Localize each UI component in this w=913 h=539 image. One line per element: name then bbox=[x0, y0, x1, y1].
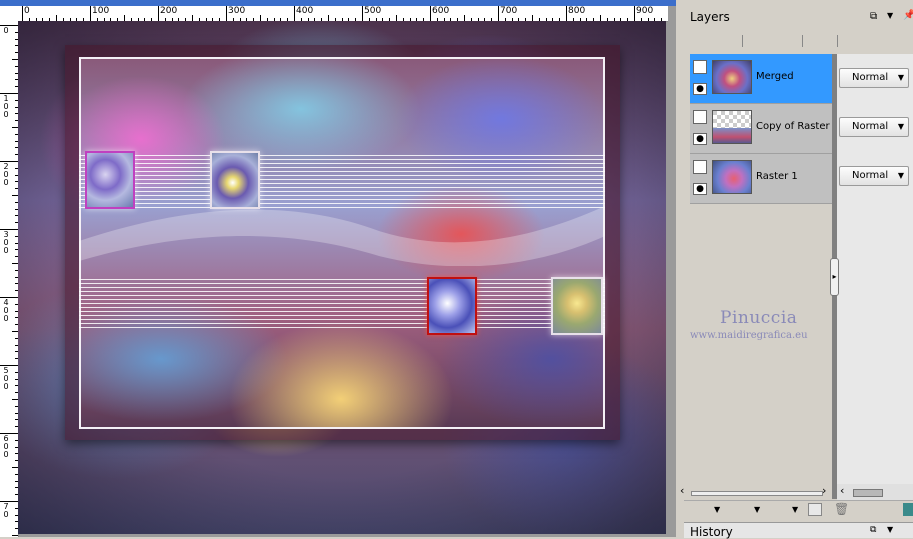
ruler-label: 700 bbox=[500, 6, 518, 16]
ruler-label: 100 bbox=[92, 6, 110, 16]
ruler-label: 900 bbox=[636, 6, 654, 16]
flower-thumbnail-2 bbox=[210, 151, 260, 209]
ruler-tick bbox=[226, 6, 227, 21]
ruler-tick bbox=[294, 6, 295, 21]
layer-link-icon[interactable] bbox=[693, 160, 707, 174]
float-panel-icon[interactable]: ⧉ bbox=[870, 525, 876, 535]
panel-divider[interactable] bbox=[676, 0, 684, 537]
image-canvas[interactable] bbox=[18, 21, 666, 534]
ruler-label: 200 bbox=[3, 162, 9, 187]
ruler-label: 100 bbox=[3, 94, 9, 119]
layer-name: Copy of Raster 1 bbox=[756, 121, 840, 132]
ruler-label: 300 bbox=[228, 6, 246, 16]
layer-row-raster-1[interactable]: ● Raster 1 bbox=[690, 154, 832, 204]
scroll-left-icon[interactable]: ‹ bbox=[840, 484, 844, 497]
ruler-tick bbox=[634, 6, 635, 21]
layer-thumbnail bbox=[712, 110, 752, 144]
ruler-label: 600 bbox=[3, 434, 9, 459]
layer-name: Raster 1 bbox=[756, 171, 798, 182]
history-panel-header[interactable]: History ⧉ ▼ bbox=[684, 522, 913, 539]
chevron-down-icon: ▼ bbox=[897, 73, 904, 82]
layer-row-copy-of-raster-1[interactable]: ● Copy of Raster 1 bbox=[690, 104, 839, 154]
layers-list: ● Merged ● Copy of Raster 1 ● Raster 1 bbox=[690, 54, 839, 204]
watermark-name: Pinuccia bbox=[720, 308, 798, 328]
ruler-horizontal: 0 100 200 300 400 500 600 700 800 900 bbox=[18, 6, 668, 22]
ruler-label: 70 bbox=[3, 502, 9, 519]
flower-thumbnail-4 bbox=[551, 277, 603, 335]
ruler-label: 200 bbox=[160, 6, 178, 16]
watermark-url: www.maidiregrafica.eu bbox=[690, 330, 808, 341]
blend-mode-select[interactable]: Normal ▼ bbox=[839, 166, 909, 186]
layer-link-icon[interactable] bbox=[693, 60, 707, 74]
layer-options-icon[interactable] bbox=[903, 503, 913, 516]
new-layer-dropdown-icon[interactable]: ▼ bbox=[714, 505, 720, 514]
layer-thumbnail bbox=[712, 160, 752, 194]
ruler-tick bbox=[12, 535, 18, 536]
layers-panel: Layers ⧉ ▼ 📌 ● Merged ● Copy of Raster 1… bbox=[680, 0, 913, 539]
canvas-area[interactable]: 0 100 200 300 400 500 600 700 800 900 0 100 200 300 4… bbox=[0, 0, 676, 537]
blend-mode-value: Normal bbox=[852, 72, 889, 83]
ruler-tick bbox=[22, 6, 23, 21]
flower-thumbnail-1 bbox=[85, 151, 135, 209]
ruler-label: 500 bbox=[3, 366, 9, 391]
splitter-handle[interactable]: ▸ bbox=[830, 258, 839, 296]
pin-icon[interactable]: 📌 bbox=[903, 10, 913, 21]
ruler-tick bbox=[90, 6, 91, 21]
layer-thumbnail bbox=[712, 60, 752, 94]
mask-dropdown-icon[interactable]: ▼ bbox=[754, 505, 760, 514]
ruler-label: 800 bbox=[568, 6, 586, 16]
blend-mode-value: Normal bbox=[852, 121, 889, 132]
ruler-label: 0 bbox=[24, 6, 30, 16]
stripes-lower bbox=[79, 279, 605, 329]
group-dropdown-icon[interactable]: ▼ bbox=[792, 505, 798, 514]
layers-toolbar bbox=[684, 30, 913, 50]
ruler-label: 400 bbox=[296, 6, 314, 16]
layer-row-merged[interactable]: ● Merged bbox=[690, 54, 832, 104]
blend-mode-select[interactable]: Normal ▼ bbox=[839, 117, 909, 137]
ruler-vertical: 0 100 200 300 400 500 600 70 bbox=[0, 21, 19, 537]
scroll-right-icon[interactable]: › bbox=[822, 484, 826, 497]
layers-panel-header: Layers ⧉ ▼ 📌 bbox=[684, 6, 913, 28]
flower-thumbnail-3 bbox=[427, 277, 477, 335]
ruler-label: 400 bbox=[3, 298, 9, 323]
ruler-tick bbox=[498, 6, 499, 21]
wave-band bbox=[79, 206, 605, 266]
eye-icon[interactable]: ● bbox=[693, 83, 707, 95]
layer-link-icon[interactable] bbox=[693, 110, 707, 124]
chevron-down-icon: ▼ bbox=[897, 122, 904, 131]
ruler-tick bbox=[566, 6, 567, 21]
ruler-tick bbox=[158, 6, 159, 21]
ruler-tick bbox=[430, 6, 431, 21]
properties-icon[interactable] bbox=[808, 503, 822, 516]
scroll-left-icon[interactable]: ‹ bbox=[680, 484, 684, 497]
layers-bottom-toolbar: ▼ ▼ ▼ 🗑 bbox=[684, 500, 913, 521]
ruler-tick bbox=[362, 6, 363, 21]
eye-icon[interactable]: ● bbox=[693, 183, 707, 195]
layer-name: Merged bbox=[756, 71, 794, 82]
eye-icon[interactable]: ● bbox=[693, 133, 707, 145]
ruler-label: 600 bbox=[432, 6, 450, 16]
ruler-label: 0 bbox=[3, 26, 9, 35]
blend-mode-column: Normal ▼ Normal ▼ Normal ▼ bbox=[837, 54, 913, 484]
float-panel-icon[interactable]: ⧉ bbox=[870, 11, 877, 22]
chevron-down-icon: ▼ bbox=[897, 171, 904, 180]
delete-layer-icon[interactable]: 🗑 bbox=[834, 502, 849, 516]
scroll-thumb[interactable] bbox=[853, 489, 883, 497]
ruler-label: 500 bbox=[364, 6, 382, 16]
blend-mode-select[interactable]: Normal ▼ bbox=[839, 68, 909, 88]
ruler-label: 300 bbox=[3, 230, 9, 255]
layers-panel-title: Layers bbox=[690, 10, 730, 24]
panel-menu-icon[interactable]: ▼ bbox=[887, 525, 893, 534]
horizontal-scrollbar-left[interactable]: ‹ › bbox=[680, 484, 832, 500]
blend-mode-value: Normal bbox=[852, 170, 889, 181]
panel-menu-icon[interactable]: ▼ bbox=[887, 11, 893, 20]
ruler-corner bbox=[0, 6, 19, 22]
horizontal-scrollbar-right[interactable]: ‹ bbox=[837, 484, 913, 500]
